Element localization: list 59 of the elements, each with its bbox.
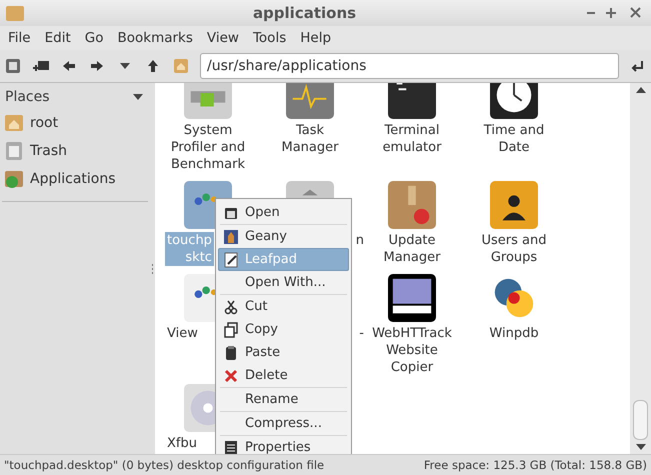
app-icon bbox=[286, 83, 334, 119]
scroll-down-icon[interactable] bbox=[636, 444, 646, 450]
app-icon bbox=[388, 181, 436, 229]
menu-item[interactable]: Open With... bbox=[218, 271, 349, 294]
menu-item[interactable]: Open bbox=[218, 201, 349, 224]
copy-icon bbox=[223, 322, 239, 338]
menu-item[interactable]: Properties bbox=[218, 436, 349, 454]
menu-item[interactable]: Rename bbox=[218, 388, 349, 411]
menu-item[interactable]: Edit bbox=[44, 30, 71, 46]
menu-item[interactable]: Compress... bbox=[218, 412, 349, 435]
file-label[interactable]: - bbox=[359, 325, 364, 342]
app-icon bbox=[184, 83, 232, 119]
notepad-icon bbox=[223, 252, 239, 268]
menu-item[interactable]: Geany bbox=[218, 225, 349, 248]
panel-icon[interactable] bbox=[4, 57, 22, 75]
app-icon bbox=[388, 274, 436, 322]
scrollbar[interactable] bbox=[630, 83, 651, 454]
home-folder-icon bbox=[4, 113, 24, 133]
app-icon bbox=[490, 181, 538, 229]
clipboard-icon bbox=[223, 344, 239, 360]
scissors-icon bbox=[223, 298, 239, 314]
menu-item[interactable]: File bbox=[8, 30, 31, 46]
sidebar-item[interactable]: Trash bbox=[0, 137, 150, 165]
file-label[interactable]: Task Manager bbox=[280, 122, 340, 156]
grip-icon[interactable] bbox=[151, 262, 154, 274]
menu-item[interactable]: Bookmarks bbox=[117, 30, 193, 46]
menu-item[interactable]: Delete bbox=[218, 364, 349, 387]
folder-icon bbox=[6, 5, 24, 21]
collapse-icon[interactable] bbox=[132, 93, 144, 101]
package-icon bbox=[4, 169, 24, 189]
menu-item[interactable]: Tools bbox=[252, 30, 286, 46]
scroll-up-icon[interactable] bbox=[636, 87, 646, 93]
file-label[interactable]: System Profiler and Benchmark bbox=[168, 122, 248, 173]
close-icon bbox=[223, 368, 239, 384]
file-label[interactable]: Time and Date bbox=[482, 122, 546, 156]
file-label[interactable]: n bbox=[356, 232, 364, 249]
status-text: "touchpad.desktop" (0 bytes) desktop configuration file bbox=[4, 458, 324, 472]
menu-item[interactable]: Help bbox=[300, 30, 332, 46]
menu-item[interactable]: View bbox=[206, 30, 239, 46]
location-field[interactable]: /usr/share/applications bbox=[200, 53, 619, 79]
menu-item[interactable]: Cut bbox=[218, 295, 349, 318]
menu-item[interactable]: Paste bbox=[218, 341, 349, 364]
teapot-icon bbox=[223, 228, 239, 244]
file-label[interactable]: View bbox=[165, 325, 200, 342]
scrollbar-thumb[interactable] bbox=[633, 400, 648, 440]
menu-item[interactable]: Go bbox=[84, 30, 104, 46]
sidebar-title: Places bbox=[5, 89, 50, 105]
menu-item[interactable]: Copy bbox=[218, 318, 349, 341]
sidebar-item[interactable]: Applications bbox=[0, 165, 150, 193]
file-label[interactable]: WebHTTrack Website Copier bbox=[370, 325, 454, 376]
file-label[interactable]: Winpdb bbox=[487, 325, 541, 342]
window-title: applications bbox=[252, 4, 358, 22]
file-label[interactable]: Update Manager bbox=[382, 232, 442, 266]
file-label[interactable]: Users and Groups bbox=[480, 232, 548, 266]
trash-icon bbox=[4, 141, 24, 161]
free-space-text: Free space: 125.3 GB (Total: 158.8 GB) bbox=[424, 458, 647, 472]
sidebar-item[interactable]: root bbox=[0, 109, 150, 137]
file-label[interactable]: Xfbu bbox=[165, 435, 199, 452]
file-label[interactable]: Terminal emulator bbox=[380, 122, 444, 156]
